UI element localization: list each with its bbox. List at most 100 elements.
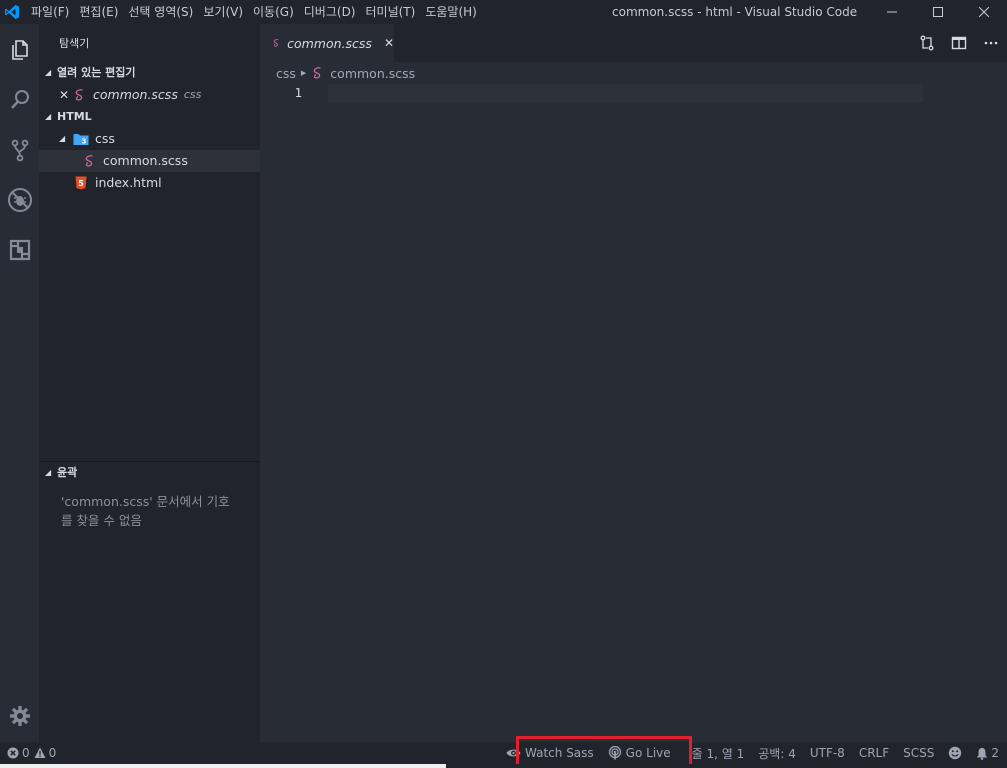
- eye-icon: [506, 749, 521, 757]
- extensions-icon: [9, 239, 30, 261]
- breadcrumb-folder[interactable]: css: [276, 66, 296, 81]
- outline-header[interactable]: ◢ 윤곽: [39, 462, 260, 484]
- file-name: index.html: [95, 175, 162, 190]
- minimize-icon: [887, 11, 897, 13]
- editor-tab-bar: common.scss ✕: [260, 24, 1007, 62]
- notification-count: 2: [991, 746, 999, 760]
- tab-close-icon[interactable]: ✕: [384, 36, 394, 50]
- compare-changes-icon: [920, 35, 934, 51]
- css-folder-icon: 3: [73, 134, 89, 146]
- open-editors-header[interactable]: ◢ 열려 있는 편집기: [39, 62, 260, 84]
- html5-file-icon: 5: [75, 176, 87, 190]
- workspace-label: HTML: [57, 110, 92, 123]
- sass-file-icon: [75, 89, 83, 101]
- source-control-activity-button[interactable]: [0, 130, 39, 170]
- outline-empty-message: 'common.scss' 문서에서 기호를 찾을 수 없음: [61, 494, 230, 528]
- activity-bar: [0, 24, 39, 742]
- error-icon: [7, 747, 19, 759]
- smiley-icon: [949, 746, 962, 760]
- window-title: common.scss - html - Visual Studio Code: [612, 5, 858, 19]
- cursor-position[interactable]: 줄 1, 열 1: [685, 742, 752, 764]
- folder-css[interactable]: ◢ 3 css: [39, 128, 260, 150]
- sass-file-icon: [313, 67, 321, 79]
- warning-count: 0: [48, 746, 57, 760]
- menu-view[interactable]: 보기(V): [198, 0, 248, 24]
- more-actions-button[interactable]: [975, 24, 1007, 62]
- ellipsis-icon: [984, 41, 998, 45]
- menu-go[interactable]: 이동(G): [248, 0, 299, 24]
- bell-icon: [977, 747, 988, 760]
- title-bar: 파일(F) 편집(E) 선택 영역(S) 보기(V) 이동(G) 디버그(D) …: [0, 0, 1007, 24]
- menu-selection[interactable]: 선택 영역(S): [123, 0, 198, 24]
- line-number: 1: [294, 85, 302, 100]
- notifications-button[interactable]: 2: [969, 742, 1007, 764]
- folder-name: css: [95, 131, 115, 146]
- open-editor-filename: common.scss: [93, 87, 178, 102]
- open-editor-item[interactable]: ✕ common.scss css: [39, 84, 260, 106]
- close-window-button[interactable]: [961, 0, 1007, 24]
- tab-label: common.scss: [287, 35, 372, 51]
- search-icon: [10, 90, 29, 109]
- maximize-button[interactable]: [915, 0, 961, 24]
- explorer-title: 탐색기: [59, 37, 90, 50]
- menu-bar: 파일(F) 편집(E) 선택 영역(S) 보기(V) 이동(G) 디버그(D) …: [24, 0, 482, 24]
- go-live-button[interactable]: Go Live: [601, 742, 685, 764]
- feedback-button[interactable]: [941, 742, 969, 764]
- close-icon: [979, 7, 989, 17]
- file-index-html[interactable]: 5 index.html: [39, 172, 260, 194]
- debug-activity-button[interactable]: [0, 180, 39, 220]
- explorer-activity-button[interactable]: [0, 30, 39, 70]
- end-of-line[interactable]: CRLF: [852, 742, 896, 764]
- outline-panel: ◢ 윤곽 'common.scss' 문서에서 기호를 찾을 수 없음: [39, 461, 260, 742]
- breadcrumb: css ▶ common.scss: [260, 62, 1007, 84]
- menu-file[interactable]: 파일(F): [26, 0, 74, 24]
- chevron-right-icon: ▶: [300, 69, 307, 77]
- open-editors-label: 열려 있는 편집기: [57, 66, 136, 79]
- maximize-icon: [933, 7, 943, 17]
- search-activity-button[interactable]: [0, 80, 39, 120]
- open-editor-folder: css: [183, 88, 202, 101]
- broadcast-icon: [608, 746, 621, 760]
- expanded-triangle-icon: ◢: [45, 468, 52, 477]
- open-changes-button[interactable]: [911, 24, 943, 62]
- source-control-icon: [11, 139, 28, 162]
- svg-text:5: 5: [78, 179, 84, 188]
- expanded-triangle-icon: ◢: [45, 112, 52, 121]
- menu-help[interactable]: 도움말(H): [420, 0, 482, 24]
- tab-common-scss[interactable]: common.scss ✕: [260, 24, 394, 62]
- go-live-label: Go Live: [625, 746, 671, 760]
- settings-activity-button[interactable]: [0, 696, 39, 736]
- watch-sass-button[interactable]: Watch Sass: [494, 742, 601, 764]
- menu-debug[interactable]: 디버그(D): [299, 0, 361, 24]
- bottom-edge: [0, 764, 1007, 768]
- workspace-header[interactable]: ◢ HTML: [39, 106, 260, 128]
- extensions-activity-button[interactable]: [0, 230, 39, 270]
- close-editor-icon[interactable]: ✕: [59, 84, 73, 106]
- problems-indicator[interactable]: 0 0: [5, 742, 58, 764]
- indentation[interactable]: 공백: 4: [751, 742, 803, 764]
- menu-edit[interactable]: 편집(E): [74, 0, 123, 24]
- explorer-sidebar: 탐색기 ◢ 열려 있는 편집기 ✕ common.scss css ◢ HTML…: [39, 24, 260, 742]
- warning-icon: [34, 747, 46, 758]
- sass-file-icon: [85, 155, 93, 167]
- code-editor[interactable]: 1: [260, 84, 1007, 742]
- encoding[interactable]: UTF-8: [803, 742, 852, 764]
- split-editor-button[interactable]: [943, 24, 975, 62]
- files-icon: [11, 40, 28, 60]
- editor-line[interactable]: 1: [260, 84, 923, 102]
- status-bar: 0 0 Watch Sass Go Live 줄 1, 열 1 공백: 4 UT…: [0, 742, 1007, 764]
- error-count: 0: [22, 746, 30, 760]
- outline-label: 윤곽: [57, 466, 78, 479]
- expanded-triangle-icon: ◢: [59, 134, 66, 143]
- file-common-scss[interactable]: common.scss: [39, 150, 260, 172]
- gear-icon: [9, 706, 30, 726]
- split-editor-icon: [951, 36, 967, 50]
- file-name: common.scss: [103, 153, 188, 168]
- breadcrumb-file[interactable]: common.scss: [330, 66, 415, 81]
- current-line-highlight: [328, 84, 923, 102]
- expanded-triangle-icon: ◢: [45, 68, 52, 77]
- minimize-button[interactable]: [869, 0, 915, 24]
- sass-file-icon: [273, 39, 279, 47]
- language-mode[interactable]: SCSS: [896, 742, 941, 764]
- menu-terminal[interactable]: 터미널(T): [361, 0, 421, 24]
